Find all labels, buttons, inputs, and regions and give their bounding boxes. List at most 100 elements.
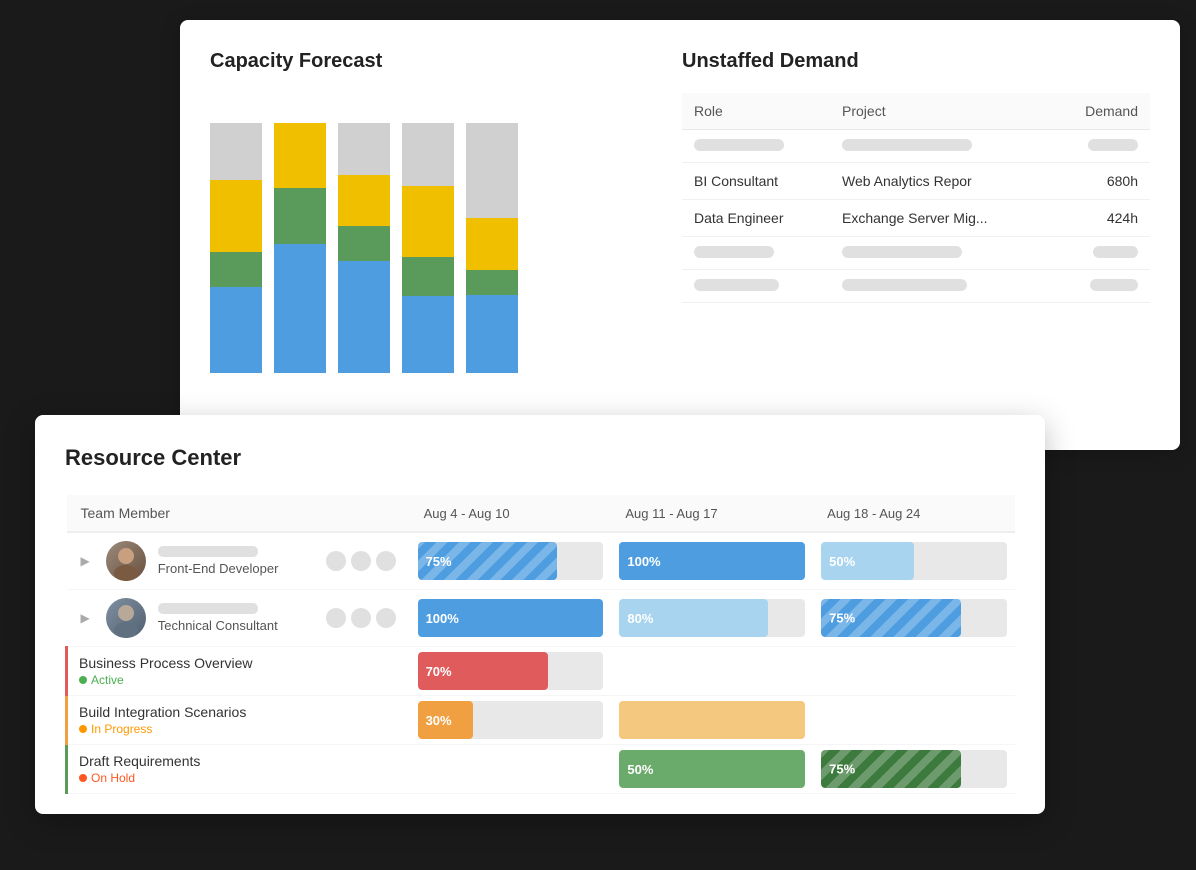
resource-center-card: Resource Center Team Member Aug 4 - Aug …	[35, 415, 1045, 814]
bar-blue-5	[466, 295, 518, 373]
col-header-week1: Aug 4 - Aug 10	[410, 495, 612, 532]
bar-group-1	[210, 123, 262, 373]
bar-green-3	[338, 226, 390, 260]
bar-group-2	[274, 123, 326, 373]
bar-gray-1	[210, 123, 262, 180]
project-status-2: In Progress	[79, 722, 396, 736]
avatar-1	[106, 541, 146, 581]
bar-yellow-2	[274, 123, 326, 188]
demand-table: Role Project Demand BI Consultant Web An…	[682, 93, 1150, 303]
demand-project-de: Exchange Server Mig...	[830, 200, 1050, 237]
proj1-w1-bar: 70%	[418, 652, 548, 690]
demand-col-demand: Demand	[1050, 93, 1150, 130]
member-role-1: Front-End Developer	[158, 561, 279, 576]
demand-row-de: Data Engineer Exchange Server Mig... 424…	[682, 200, 1150, 237]
capacity-forecast-card: Capacity Forecast	[180, 20, 1180, 450]
member-role-2: Technical Consultant	[158, 618, 278, 633]
unstaffed-title: Unstaffed Demand	[682, 50, 1150, 73]
w1-label-2: 100%	[426, 611, 459, 626]
bar-yellow-3	[338, 175, 390, 227]
bar-green-5	[466, 270, 518, 296]
proj3-w3-label: 75%	[829, 762, 855, 777]
project-status-3: On Hold	[79, 771, 396, 785]
bar-gray-5	[466, 123, 518, 218]
bar-blue-3	[338, 261, 390, 373]
demand-role-bi: BI Consultant	[682, 163, 830, 200]
bar-gray-4	[402, 123, 454, 186]
demand-col-project: Project	[830, 93, 1050, 130]
project-name-3: Draft Requirements	[79, 753, 396, 769]
capacity-section: Capacity Forecast	[210, 50, 642, 420]
action-dot-2b	[351, 608, 371, 628]
bar-yellow-4	[402, 186, 454, 256]
w2-label-1: 100%	[627, 554, 660, 569]
project-status-1: Active	[79, 673, 396, 687]
capacity-chart	[210, 93, 642, 373]
proj3-w2-label: 50%	[627, 762, 653, 777]
w3-label-2: 75%	[829, 611, 855, 626]
resource-center-title: Resource Center	[65, 445, 1015, 471]
project-status-label-1: Active	[91, 673, 124, 687]
w3-bar-1: 50%	[821, 542, 914, 580]
proj2-w1-label: 30%	[426, 713, 452, 728]
bar-blue-4	[402, 296, 454, 373]
unstaffed-section: Unstaffed Demand Role Project Demand BI …	[682, 50, 1150, 420]
action-dot-1c	[376, 551, 396, 571]
project-row-1: Business Process Overview Active 70%	[67, 647, 1016, 696]
action-dot-1b	[351, 551, 371, 571]
bar-green-2	[274, 188, 326, 244]
proj2-w2-bar	[619, 701, 805, 739]
demand-project-bi: Web Analytics Repor	[830, 163, 1050, 200]
action-dot-2c	[376, 608, 396, 628]
project-row-3: Draft Requirements On Hold 50%	[67, 745, 1016, 794]
w1-bar-2: 100%	[418, 599, 604, 637]
resource-table: Team Member Aug 4 - Aug 10 Aug 11 - Aug …	[65, 495, 1015, 794]
bar-blue-2	[274, 244, 326, 373]
project-name-2: Build Integration Scenarios	[79, 704, 396, 720]
member-name-skeleton-2	[158, 603, 258, 614]
bar-green-4	[402, 257, 454, 296]
col-header-week2: Aug 11 - Aug 17	[611, 495, 813, 532]
w3-label-1: 50%	[829, 554, 855, 569]
demand-row-skeleton-3	[682, 270, 1150, 303]
avatar-2	[106, 598, 146, 638]
member-row-2: ▶ Technical Consultant	[67, 590, 1016, 647]
avatar-face-2	[106, 598, 146, 638]
demand-row-skeleton-2	[682, 237, 1150, 270]
action-dot-2a	[326, 608, 346, 628]
col-header-member: Team Member	[67, 495, 410, 532]
project-name-1: Business Process Overview	[79, 655, 396, 671]
project-row-2: Build Integration Scenarios In Progress …	[67, 696, 1016, 745]
row-expand-icon-2[interactable]: ▶	[81, 611, 90, 625]
bar-gray-3	[338, 123, 390, 175]
member-name-skeleton-1	[158, 546, 258, 557]
status-dot-1	[79, 676, 87, 684]
avatar-face-1	[106, 541, 146, 581]
demand-row-bi: BI Consultant Web Analytics Repor 680h	[682, 163, 1150, 200]
w3-bar-2: 75%	[821, 599, 960, 637]
bar-green-1	[210, 252, 262, 288]
project-status-label-2: In Progress	[91, 722, 152, 736]
demand-hours-bi: 680h	[1050, 163, 1150, 200]
demand-col-role: Role	[682, 93, 830, 130]
bar-yellow-1	[210, 180, 262, 251]
w2-bar-1: 100%	[619, 542, 805, 580]
capacity-title: Capacity Forecast	[210, 50, 642, 73]
project-status-label-3: On Hold	[91, 771, 135, 785]
col-header-week3: Aug 18 - Aug 24	[813, 495, 1015, 532]
proj3-w2-bar: 50%	[619, 750, 805, 788]
bar-group-4	[402, 123, 454, 373]
status-dot-3	[79, 774, 87, 782]
w1-label-1: 75%	[426, 554, 452, 569]
status-dot-2	[79, 725, 87, 733]
w1-bar-1: 75%	[418, 542, 557, 580]
demand-row-skeleton-1	[682, 130, 1150, 163]
action-dot-1a	[326, 551, 346, 571]
bar-blue-1	[210, 287, 262, 373]
row-expand-icon-1[interactable]: ▶	[81, 554, 90, 568]
bar-group-5	[466, 123, 518, 373]
member-row-1: ▶ Front-End Developer	[67, 532, 1016, 590]
proj1-w1-label: 70%	[426, 664, 452, 679]
w2-bar-2: 80%	[619, 599, 768, 637]
bar-group-3	[338, 123, 390, 373]
